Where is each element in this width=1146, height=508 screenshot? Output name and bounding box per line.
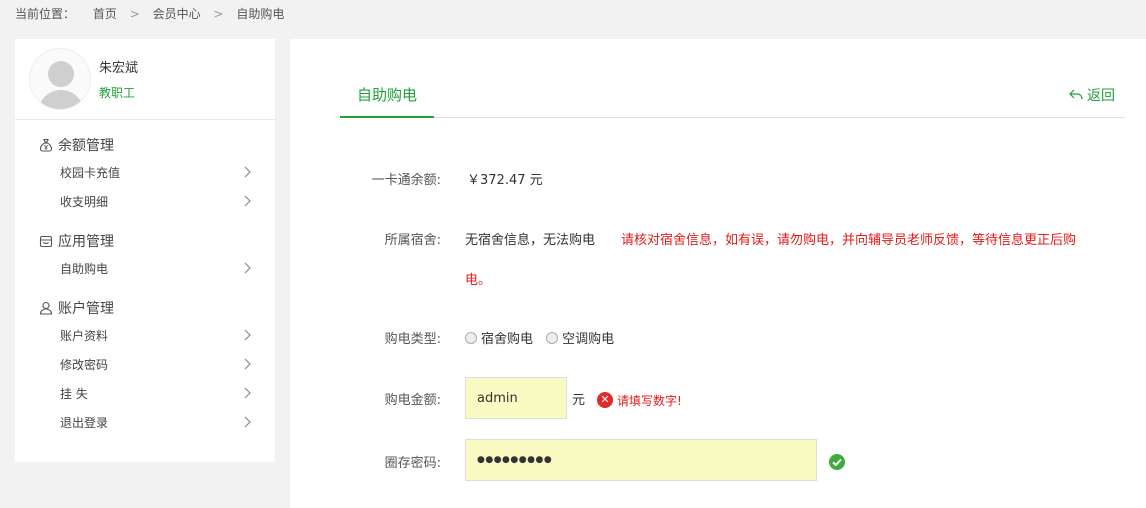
- chevron-right-icon: [244, 195, 251, 207]
- money-bag-icon: [39, 138, 53, 152]
- user-name: 朱宏斌: [99, 61, 139, 76]
- breadcrumb-member-center-link[interactable]: 会员中心: [153, 5, 201, 22]
- sidebar-item-logout[interactable]: 退出登录: [15, 408, 275, 437]
- sidebar-item-label: 收支明细: [60, 195, 109, 209]
- breadcrumb-current: 自助购电: [236, 7, 285, 21]
- group-title-label: 余额管理: [58, 138, 114, 154]
- breadcrumb-label: 当前位置：: [15, 7, 76, 21]
- user-icon: [39, 301, 53, 315]
- dorm-warning-continued: 电。: [465, 273, 492, 288]
- error-icon: ✕: [597, 392, 613, 408]
- password-input[interactable]: ●●●●●●●●●: [465, 439, 817, 481]
- amount-unit: 元: [572, 393, 586, 408]
- chevron-right-icon: [244, 416, 251, 428]
- breadcrumb-home-link[interactable]: 首页: [93, 5, 117, 22]
- amount-label: 购电金额:: [384, 393, 441, 408]
- group-title-apps: 应用管理: [15, 228, 275, 254]
- chevron-right-icon: [244, 262, 251, 274]
- back-arrow-icon: [1069, 89, 1083, 100]
- sidebar-item-label: 挂 失: [60, 387, 88, 401]
- box-icon: [39, 235, 53, 248]
- chevron-right-icon: [244, 329, 251, 341]
- group-title-label: 应用管理: [58, 234, 114, 250]
- user-role: 教职工: [99, 86, 136, 100]
- group-title-label: 账户管理: [58, 301, 114, 317]
- user-profile: 朱宏斌 教职工: [15, 39, 275, 120]
- type-radio-group: 宿舍购电 空调购电: [465, 328, 623, 347]
- radio-ac-electricity-label[interactable]: 空调购电: [562, 332, 614, 347]
- sidebar: 朱宏斌 教职工 余额管理 校园卡充值 收支明细 应用管理 自助购电 账户管理 账…: [15, 39, 275, 462]
- breadcrumb-separator: >: [213, 7, 224, 21]
- menu-group-balance: 余额管理 校园卡充值 收支明细: [15, 132, 275, 216]
- radio-dorm-electricity-label[interactable]: 宿舍购电: [481, 332, 533, 347]
- breadcrumb-separator: >: [129, 7, 140, 21]
- chevron-right-icon: [244, 387, 251, 399]
- amount-input[interactable]: admin: [465, 377, 567, 419]
- sidebar-item-report-loss[interactable]: 挂 失: [15, 379, 275, 408]
- sidebar-item-label: 自助购电: [60, 262, 109, 276]
- tab-bar: 自助购电 返回: [340, 81, 1125, 118]
- dorm-value: 无宿舍信息，无法购电: [465, 233, 596, 248]
- group-title-balance: 余额管理: [15, 132, 275, 158]
- group-title-account: 账户管理: [15, 295, 275, 321]
- back-button[interactable]: 返回: [1069, 85, 1115, 105]
- avatar: [29, 48, 91, 110]
- balance-label: 一卡通余额:: [371, 173, 441, 188]
- menu-group-apps: 应用管理 自助购电: [15, 228, 275, 283]
- sidebar-item-label: 退出登录: [60, 416, 109, 430]
- dorm-warning: 请核对宿舍信息，如有误，请勿购电，并向辅导员老师反馈，等待信息更正后购: [621, 233, 1077, 248]
- sidebar-item-campus-card-recharge[interactable]: 校园卡充值: [15, 158, 275, 187]
- type-label: 购电类型:: [384, 332, 441, 347]
- chevron-right-icon: [244, 166, 251, 178]
- main-panel: 自助购电 返回 一卡通余额: ￥372.47 元 所属宿舍: 无宿舍信息，无法购…: [290, 39, 1146, 508]
- sidebar-item-label: 账户资料: [60, 329, 109, 343]
- back-button-label: 返回: [1087, 88, 1115, 104]
- check-icon: [829, 454, 845, 470]
- sidebar-item-account-profile[interactable]: 账户资料: [15, 321, 275, 350]
- sidebar-item-income-expense-details[interactable]: 收支明细: [15, 187, 275, 216]
- sidebar-item-change-password[interactable]: 修改密码: [15, 350, 275, 379]
- password-label: 圈存密码:: [384, 456, 441, 471]
- sidebar-item-self-service-electricity[interactable]: 自助购电: [15, 254, 275, 283]
- menu-group-account: 账户管理 账户资料 修改密码 挂 失 退出登录: [15, 295, 275, 437]
- amount-error-message: 请填写数字!: [617, 394, 682, 408]
- chevron-right-icon: [244, 358, 251, 370]
- dorm-label: 所属宿舍:: [384, 233, 441, 248]
- radio-ac-electricity[interactable]: [546, 332, 559, 344]
- tab-self-service-electricity[interactable]: 自助购电: [340, 81, 434, 118]
- breadcrumb: 当前位置： 首页 > 会员中心 > 自助购电: [15, 5, 284, 22]
- sidebar-item-label: 修改密码: [60, 358, 109, 372]
- radio-dorm-electricity[interactable]: [465, 332, 477, 344]
- sidebar-item-label: 校园卡充值: [60, 166, 121, 180]
- balance-value: ￥372.47 元: [467, 173, 543, 188]
